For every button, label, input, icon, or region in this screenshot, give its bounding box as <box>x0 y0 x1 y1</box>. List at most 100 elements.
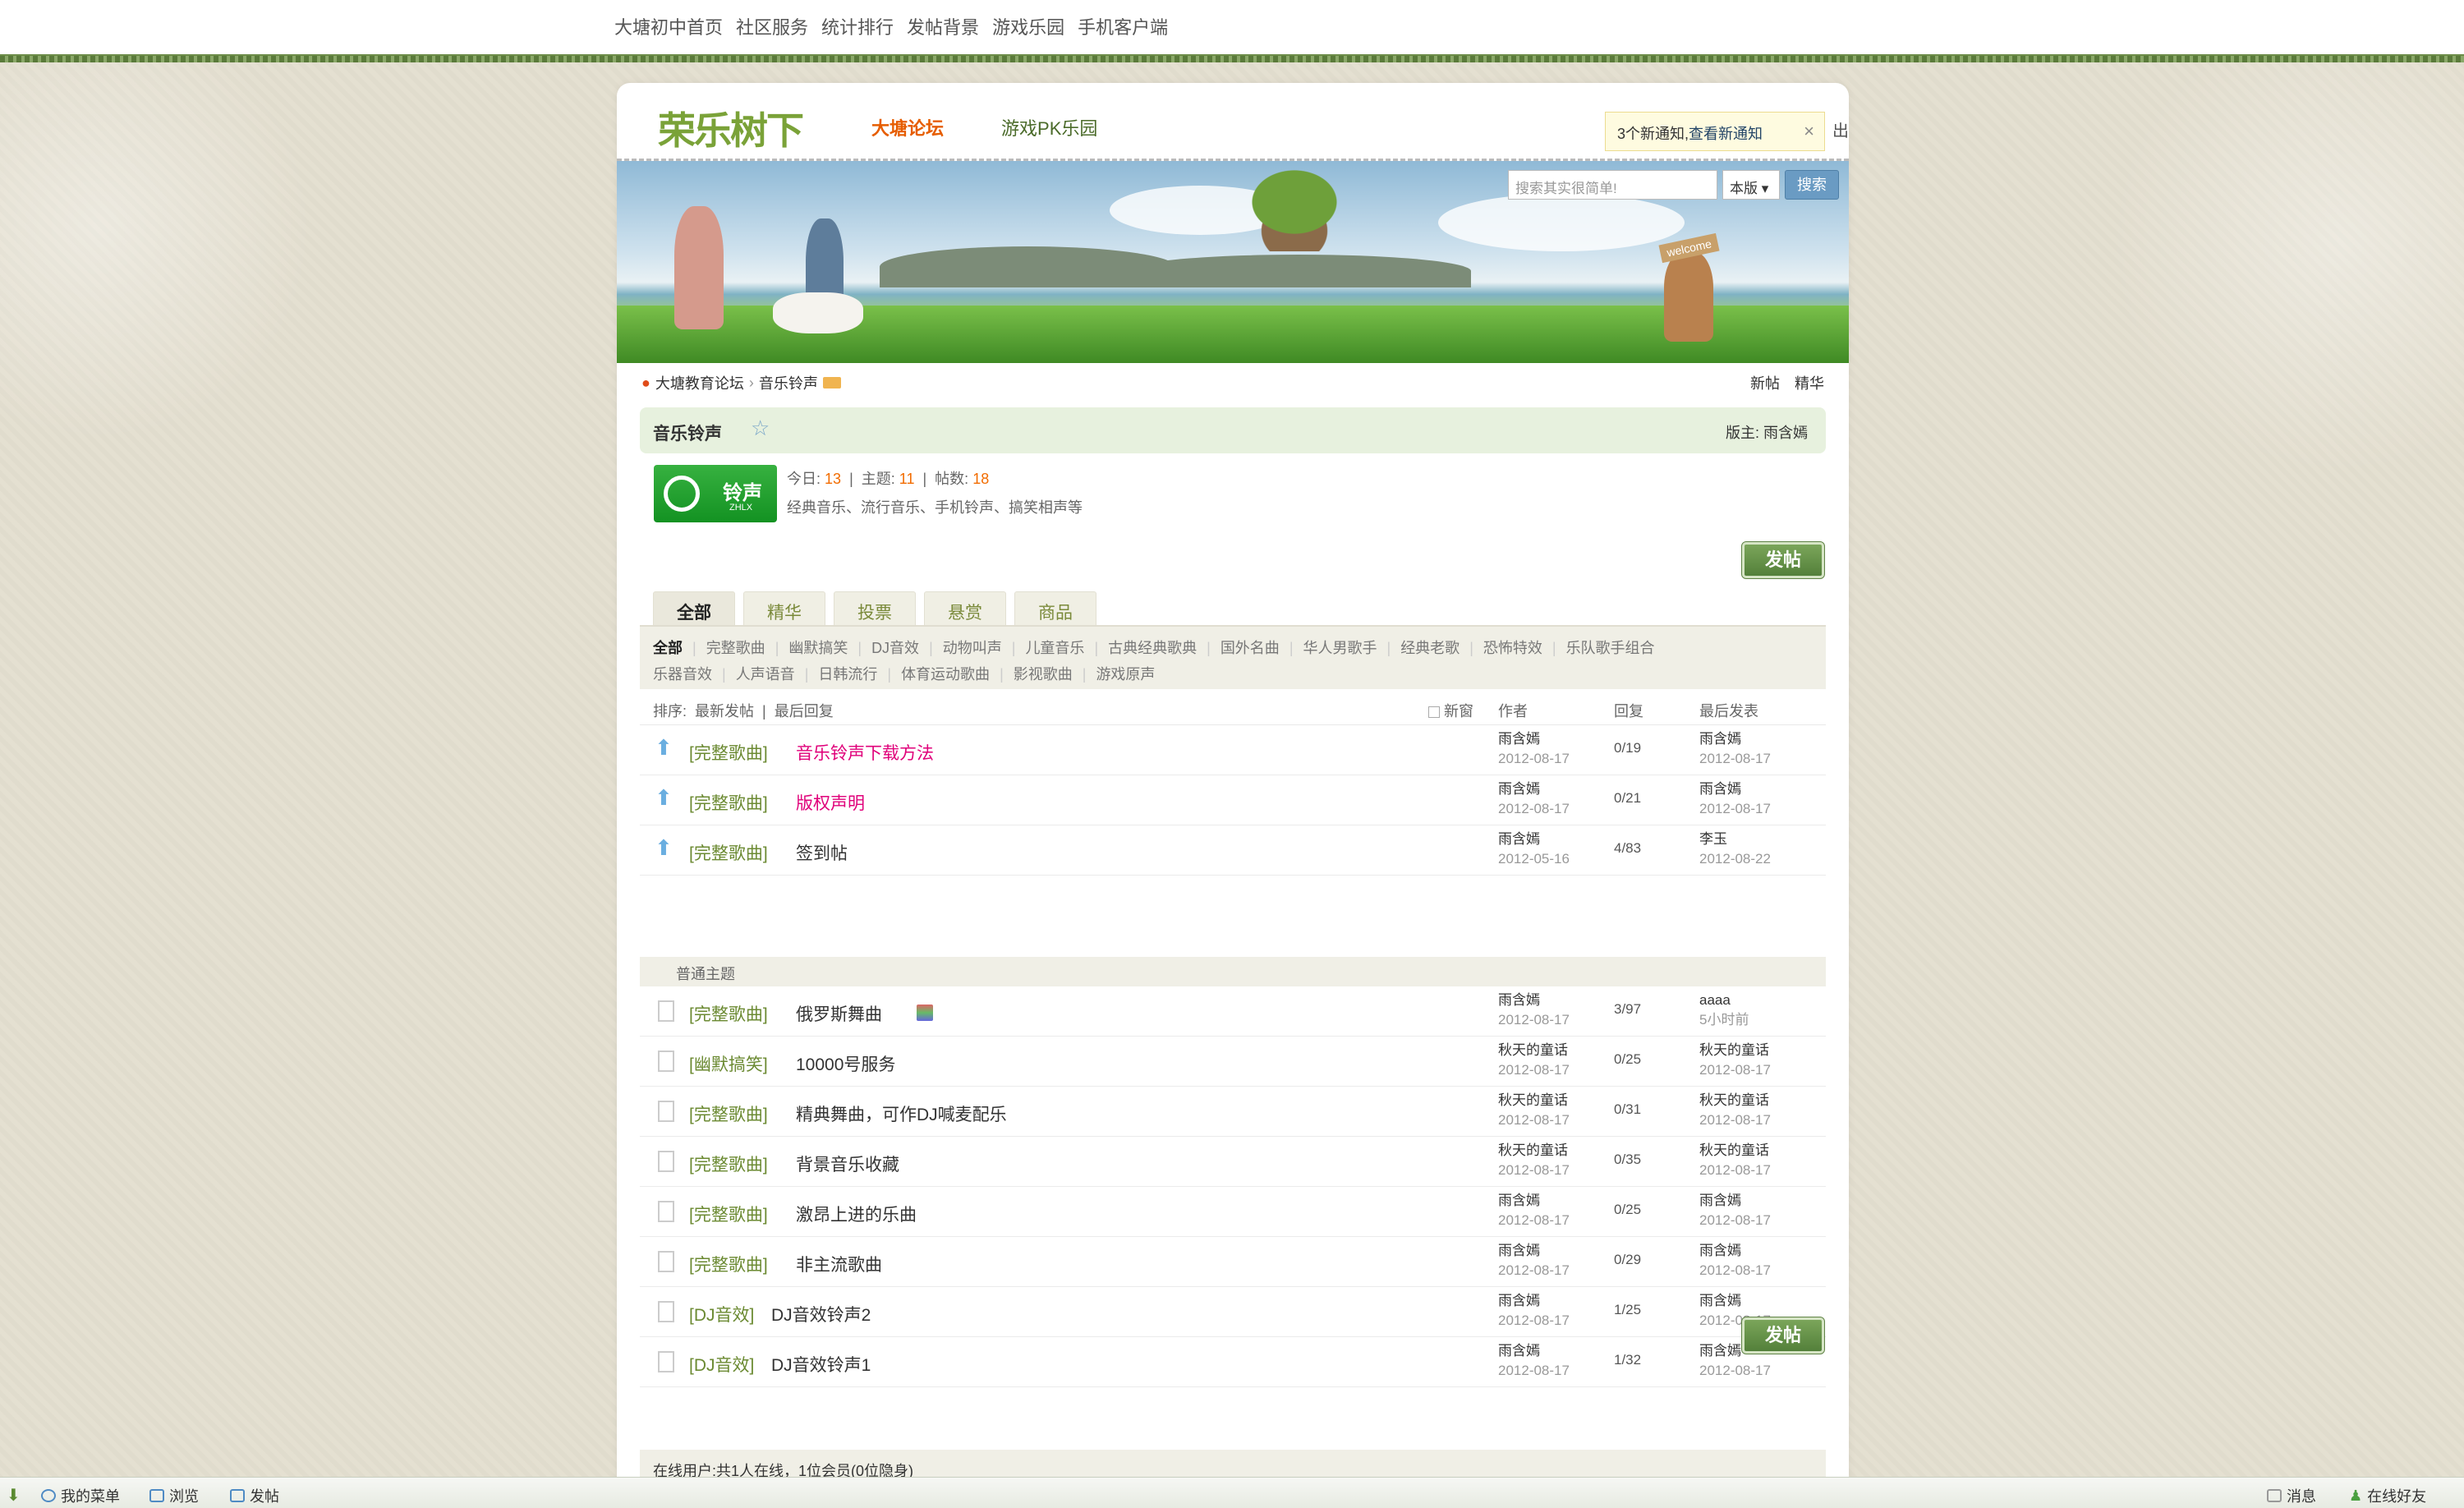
digest-link[interactable]: 精华 <box>1795 372 1824 393</box>
last-poster[interactable]: 李玉 <box>1699 831 1727 847</box>
thread-title[interactable]: 签到帖 <box>796 840 848 865</box>
last-poster[interactable]: 秋天的童话 <box>1699 1042 1769 1058</box>
topnav-services[interactable]: 社区服务 <box>736 13 808 39</box>
type-filter-item[interactable]: 动物叫声 <box>943 640 1002 656</box>
type-filter-item[interactable]: 完整歌曲 <box>706 640 765 656</box>
topnav-home[interactable]: 大塘初中首页 <box>614 13 723 39</box>
tab-game-pk[interactable]: 游戏PK乐园 <box>1001 114 1097 140</box>
last-poster[interactable]: 雨含嫣 <box>1699 1343 1741 1359</box>
type-filter-item[interactable]: 人声语音 <box>736 666 795 683</box>
site-logo[interactable]: 荣乐树下 <box>640 94 812 153</box>
browse-button[interactable]: 浏览 <box>149 1485 199 1506</box>
new-window-toggle[interactable]: 新窗 <box>1428 700 1473 721</box>
tab-all[interactable]: 全部 <box>653 591 735 626</box>
tab-reward[interactable]: 悬赏 <box>924 591 1006 626</box>
author-name[interactable]: 雨含嫣 <box>1498 1293 1540 1308</box>
table-row[interactable]: [完整歌曲] 激昂上进的乐曲 雨含嫣 2012-08-17 0/25 雨含嫣 2012-08… <box>640 1187 1826 1237</box>
search-input[interactable]: 搜索其实很简单! <box>1508 170 1717 200</box>
new-posts-link[interactable]: 新帖 <box>1750 372 1780 393</box>
tab-goods[interactable]: 商品 <box>1014 591 1096 626</box>
author-name[interactable]: 秋天的童话 <box>1498 1092 1568 1108</box>
author-name[interactable]: 雨含嫣 <box>1498 992 1540 1008</box>
table-row[interactable]: ⬆ [完整歌曲] 音乐铃声下载方法 雨含嫣 2012-08-17 0/19 雨含嫣 2012-… <box>640 725 1826 775</box>
crumb-forum[interactable]: 音乐铃声 <box>759 372 818 393</box>
thread-title[interactable]: DJ音效铃声1 <box>771 1352 871 1377</box>
thread-title[interactable]: 非主流歌曲 <box>796 1252 882 1276</box>
type-filter-item[interactable]: 乐器音效 <box>653 666 712 683</box>
thread-type-link[interactable]: [DJ音效] <box>689 1302 754 1326</box>
rss-icon[interactable] <box>822 377 841 388</box>
thread-type-link[interactable]: [完整歌曲] <box>689 1101 768 1126</box>
thread-type-link[interactable]: [完整歌曲] <box>689 840 768 865</box>
type-filter-item[interactable]: 全部 <box>653 640 683 656</box>
author-name[interactable]: 雨含嫣 <box>1498 1243 1540 1258</box>
author-name[interactable]: 雨含嫣 <box>1498 1193 1540 1208</box>
last-poster[interactable]: 秋天的童话 <box>1699 1142 1769 1158</box>
last-post-date[interactable]: 2012-08-22 <box>1699 851 1771 867</box>
thread-title[interactable]: DJ音效铃声2 <box>771 1302 871 1326</box>
type-filter-item[interactable]: 日韩流行 <box>818 666 877 683</box>
table-row[interactable]: [完整歌曲] 背景音乐收藏 秋天的童话 2012-08-17 0/35 秋天的童话 2012… <box>640 1137 1826 1187</box>
author-name[interactable]: 雨含嫣 <box>1498 781 1540 797</box>
table-row[interactable]: ⬆ [完整歌曲] 版权声明 雨含嫣 2012-08-17 0/21 雨含嫣 2012-08-1… <box>640 775 1826 825</box>
type-filter-item[interactable]: 幽默搞笑 <box>788 640 848 656</box>
author-name[interactable]: 秋天的童话 <box>1498 1042 1568 1058</box>
thread-title[interactable]: 10000号服务 <box>796 1051 895 1076</box>
thread-type-link[interactable]: [幽默搞笑] <box>689 1051 768 1076</box>
thread-title[interactable]: 背景音乐收藏 <box>796 1152 899 1176</box>
table-row[interactable]: [DJ音效] DJ音效铃声1 雨含嫣 2012-08-17 1/32 雨含嫣 2012-08… <box>640 1337 1826 1387</box>
tab-poll[interactable]: 投票 <box>834 591 916 626</box>
table-row[interactable]: [完整歌曲] 俄罗斯舞曲 雨含嫣 2012-08-17 3/97 aaaa 5小时前 <box>640 986 1826 1037</box>
tab-digest[interactable]: 精华 <box>743 591 825 626</box>
thread-type-link[interactable]: [完整歌曲] <box>689 1202 768 1226</box>
thread-title[interactable]: 激昂上进的乐曲 <box>796 1202 917 1226</box>
thread-type-link[interactable]: [完整歌曲] <box>689 1152 768 1176</box>
type-filter-item[interactable]: 经典老歌 <box>1400 640 1460 656</box>
last-post-date[interactable]: 2012-08-17 <box>1699 1363 1771 1378</box>
last-poster[interactable]: 雨含嫣 <box>1699 781 1741 797</box>
topnav-mobile[interactable]: 手机客户端 <box>1078 13 1168 39</box>
close-icon[interactable]: × <box>1804 121 1814 142</box>
table-row[interactable]: [完整歌曲] 精典舞曲，可作DJ喊麦配乐 秋天的童话 2012-08-17 0/31 秋天… <box>640 1087 1826 1137</box>
type-filter-item[interactable]: 体育运动歌曲 <box>901 666 990 683</box>
thread-type-link[interactable]: [完整歌曲] <box>689 1252 768 1276</box>
last-post-date[interactable]: 2012-08-17 <box>1699 1112 1771 1128</box>
search-button[interactable]: 搜索 <box>1785 170 1839 200</box>
thread-title[interactable]: 精典舞曲，可作DJ喊麦配乐 <box>796 1101 1007 1126</box>
search-scope-select[interactable]: 本版 ▾ <box>1722 170 1780 200</box>
last-poster[interactable]: 秋天的童话 <box>1699 1092 1769 1108</box>
thread-title[interactable]: 版权声明 <box>796 790 865 815</box>
online-friends-button[interactable]: ♟ 在线好友 <box>2349 1485 2426 1506</box>
thread-type-link[interactable]: [完整歌曲] <box>689 1001 768 1026</box>
last-post-date[interactable]: 2012-08-17 <box>1699 801 1771 816</box>
type-filter-item[interactable]: 国外名曲 <box>1221 640 1280 656</box>
thread-title[interactable]: 俄罗斯舞曲 <box>796 1001 882 1026</box>
type-filter-item[interactable]: 儿童音乐 <box>1025 640 1084 656</box>
checkbox[interactable] <box>1428 706 1440 719</box>
view-notices-link[interactable]: 查看新通知 <box>1689 126 1763 142</box>
last-poster[interactable]: 雨含嫣 <box>1699 1293 1741 1308</box>
table-row[interactable]: [DJ音效] DJ音效铃声2 雨含嫣 2012-08-17 1/25 雨含嫣 2012-08… <box>640 1287 1826 1337</box>
my-menu-button[interactable]: 我的菜单 <box>41 1485 120 1506</box>
last-poster[interactable]: 雨含嫣 <box>1699 1243 1741 1258</box>
type-filter-item[interactable]: 恐怖特效 <box>1483 640 1542 656</box>
download-icon[interactable]: ⬇ <box>7 1485 21 1506</box>
sort-newest[interactable]: 最新发帖 <box>695 703 754 720</box>
table-row[interactable]: [完整歌曲] 非主流歌曲 雨含嫣 2012-08-17 0/29 雨含嫣 2012-08-1… <box>640 1237 1826 1287</box>
type-filter-item[interactable]: 影视歌曲 <box>1014 666 1073 683</box>
table-row[interactable]: [幽默搞笑] 10000号服务 秋天的童话 2012-08-17 0/25 秋天的童话 20… <box>640 1037 1826 1087</box>
sort-last-reply[interactable]: 最后回复 <box>775 703 834 720</box>
author-name[interactable]: 雨含嫣 <box>1498 1343 1540 1359</box>
type-filter-item[interactable]: DJ音效 <box>871 640 919 656</box>
type-filter-item[interactable]: 游戏原声 <box>1096 666 1155 683</box>
new-post-button-bottom[interactable]: 发帖 <box>1741 1317 1825 1354</box>
last-post-date[interactable]: 2012-08-17 <box>1699 1262 1771 1278</box>
last-post-date[interactable]: 2012-08-17 <box>1699 751 1771 766</box>
type-filter-item[interactable]: 乐队歌手组合 <box>1566 640 1655 656</box>
crumb-home[interactable]: 大塘教育论坛 <box>655 372 744 393</box>
topnav-stats[interactable]: 统计排行 <box>821 13 894 39</box>
topnav-post-bg[interactable]: 发帖背景 <box>907 13 979 39</box>
type-filter-item[interactable]: 古典经典歌典 <box>1108 640 1197 656</box>
favorite-star-icon[interactable]: ☆ <box>751 416 770 441</box>
messages-button[interactable]: 消息 <box>2267 1485 2316 1506</box>
